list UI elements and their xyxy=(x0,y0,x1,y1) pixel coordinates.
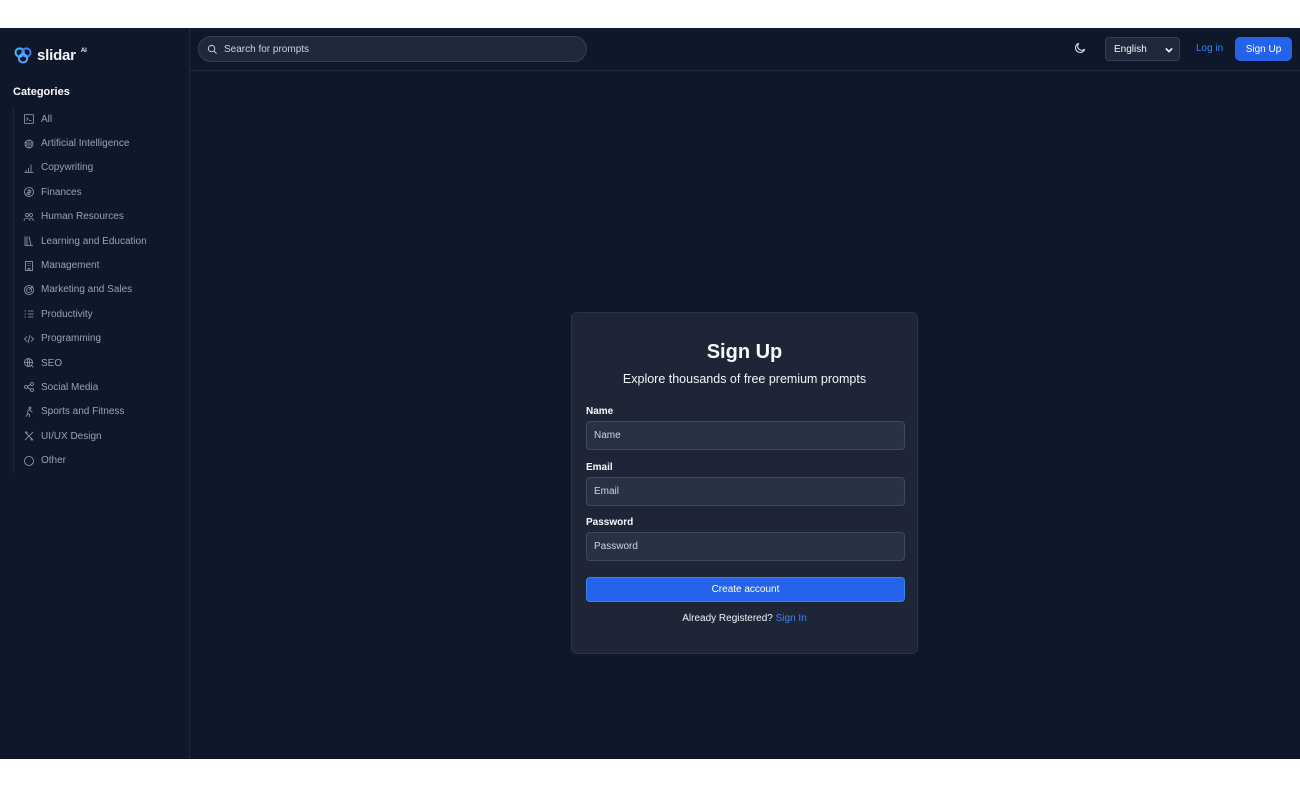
logo-mark-icon xyxy=(14,47,32,64)
sidebar-item-sports-and-fitness[interactable]: Sports and Fitness xyxy=(23,400,189,424)
already-registered-text: Already Registered? xyxy=(682,613,773,624)
brand-suffix: AI xyxy=(80,48,87,54)
sidebar-item-other[interactable]: Other xyxy=(23,448,189,472)
password-field[interactable] xyxy=(586,532,905,561)
brain-icon xyxy=(24,139,34,148)
app-window: slidar AI Categories All Artificial Inte… xyxy=(0,28,1300,759)
search-icon xyxy=(207,44,217,54)
sidebar: slidar AI Categories All Artificial Inte… xyxy=(0,28,190,759)
already-registered-row: Already Registered? Sign In xyxy=(572,613,917,624)
sidebar-item-label: Human Resources xyxy=(41,211,124,223)
list-check-icon xyxy=(24,310,34,318)
sidebar-item-label: Productivity xyxy=(41,308,93,320)
sidebar-item-artificial-intelligence[interactable]: Artificial Intelligence xyxy=(23,131,189,155)
password-label: Password xyxy=(586,517,634,528)
name-field[interactable] xyxy=(586,421,905,450)
sidebar-item-label: Other xyxy=(41,455,67,467)
sidebar-item-management[interactable]: Management xyxy=(23,253,189,277)
sidebar-item-copywriting[interactable]: Copywriting xyxy=(23,156,189,180)
sidebar-item-all[interactable]: All xyxy=(23,107,189,131)
email-label: Email xyxy=(586,462,613,473)
circle-icon xyxy=(24,455,34,466)
sign-in-link[interactable]: Sign In xyxy=(776,613,807,624)
building-icon xyxy=(25,260,33,271)
target-icon xyxy=(24,285,34,295)
chevron-down-icon xyxy=(1165,47,1173,53)
moon-icon xyxy=(1075,42,1086,53)
signup-card: Sign Up Explore thousands of free premiu… xyxy=(571,312,918,654)
sidebar-item-label: Marketing and Sales xyxy=(41,284,133,296)
sidebar-item-label: Sports and Fitness xyxy=(41,406,125,418)
logo[interactable]: slidar AI xyxy=(13,45,87,65)
sidebar-item-social-media[interactable]: Social Media xyxy=(23,375,189,399)
brand-name: slidar xyxy=(37,46,76,64)
language-value: English xyxy=(1114,43,1147,55)
books-icon xyxy=(24,236,33,247)
coin-icon xyxy=(24,187,34,198)
search-bar[interactable] xyxy=(198,36,587,62)
sidebar-item-programming[interactable]: Programming xyxy=(23,327,189,351)
search-input[interactable] xyxy=(224,43,564,55)
theme-toggle-button[interactable] xyxy=(1073,41,1089,57)
sidebar-item-marketing-and-sales[interactable]: Marketing and Sales xyxy=(23,278,189,302)
sidebar-item-learning-and-education[interactable]: Learning and Education xyxy=(23,229,189,253)
sidebar-item-label: Copywriting xyxy=(41,162,94,174)
share-icon xyxy=(24,382,34,393)
sidebar-item-finances[interactable]: Finances xyxy=(23,180,189,204)
login-link[interactable]: Log in xyxy=(1196,43,1223,54)
page-title: Sign Up xyxy=(706,341,783,363)
globe-search-icon xyxy=(24,358,34,368)
sidebar-item-label: All xyxy=(41,113,53,125)
sidebar-item-label: Social Media xyxy=(41,381,99,393)
sidebar-item-seo[interactable]: SEO xyxy=(23,351,189,375)
terminal-icon xyxy=(24,114,34,125)
categories-list: All Artificial Intelligence Copywriting … xyxy=(13,107,189,473)
top-bar: English Log in Sign Up xyxy=(190,28,1300,71)
categories-title: Categories xyxy=(13,86,70,98)
language-select[interactable]: English xyxy=(1105,37,1180,61)
sidebar-item-human-resources[interactable]: Human Resources xyxy=(23,205,189,229)
name-label: Name xyxy=(586,406,614,417)
sidebar-item-label: Artificial Intelligence xyxy=(41,138,130,150)
code-icon xyxy=(23,334,35,343)
pen-chart-icon xyxy=(24,164,34,173)
page-subtitle: Explore thousands of free premium prompt… xyxy=(622,372,867,386)
design-tools-icon xyxy=(24,431,34,441)
signup-button[interactable]: Sign Up xyxy=(1235,37,1292,61)
sidebar-item-label: Programming xyxy=(41,333,102,345)
create-account-button[interactable]: Create account xyxy=(586,577,905,602)
sidebar-item-label: Management xyxy=(41,260,100,272)
sidebar-item-label: Learning and Education xyxy=(41,235,147,247)
running-icon xyxy=(25,406,33,417)
sidebar-item-ui-ux-design[interactable]: UI/UX Design xyxy=(23,424,189,448)
email-field[interactable] xyxy=(586,477,905,506)
sidebar-item-label: UI/UX Design xyxy=(41,430,102,442)
sidebar-item-label: Finances xyxy=(41,186,82,198)
people-icon xyxy=(23,212,34,221)
sidebar-item-label: SEO xyxy=(41,357,63,369)
sidebar-item-productivity[interactable]: Productivity xyxy=(23,302,189,326)
